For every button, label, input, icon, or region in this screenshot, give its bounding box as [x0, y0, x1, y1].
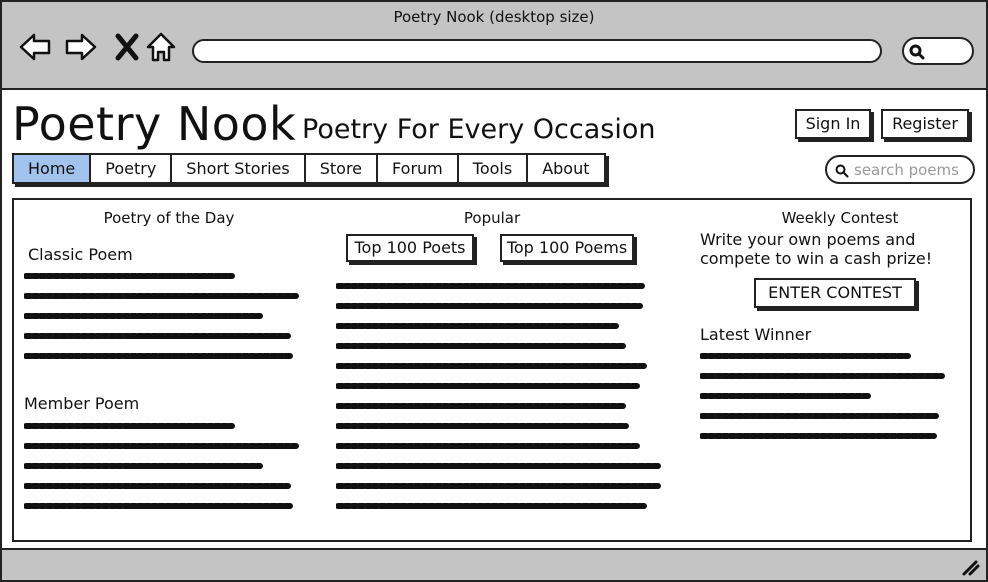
- tab-about[interactable]: About: [528, 155, 604, 182]
- main-content: Poetry of the Day Classic Poem Member Po…: [12, 198, 972, 542]
- site-title: Poetry Nook: [12, 97, 297, 151]
- url-bar[interactable]: [192, 39, 882, 63]
- close-icon[interactable]: [110, 30, 144, 64]
- main-nav: Home Poetry Short Stories Store Forum To…: [12, 153, 606, 184]
- sign-in-button[interactable]: Sign In: [795, 109, 871, 139]
- latest-winner-text: [700, 353, 945, 439]
- top-100-poets-button[interactable]: Top 100 Poets: [346, 234, 474, 262]
- member-poem-label[interactable]: Member Poem: [24, 394, 139, 413]
- member-poem-text: [24, 423, 299, 509]
- window-title: Poetry Nook (desktop size): [393, 8, 595, 26]
- tab-poetry[interactable]: Poetry: [91, 155, 173, 182]
- site-tagline: Poetry For Every Occasion: [302, 114, 656, 145]
- tab-home[interactable]: Home: [14, 155, 92, 182]
- classic-poem-label[interactable]: Classic Poem: [28, 245, 133, 264]
- weekly-contest-heading: Weekly Contest: [781, 209, 899, 227]
- resize-grip-icon[interactable]: [960, 558, 980, 576]
- status-bar: [2, 548, 986, 580]
- search-icon: [835, 164, 849, 178]
- browser-chrome: Poetry Nook (desktop size): [2, 2, 986, 90]
- tab-short-stories[interactable]: Short Stories: [172, 155, 306, 182]
- popular-heading: Popular: [463, 209, 521, 227]
- contest-description: Write your own poems and compete to win …: [700, 230, 933, 268]
- app-window: Poetry Nook (desktop size) Poetry Nook P…: [0, 0, 988, 582]
- register-button[interactable]: Register: [881, 109, 969, 139]
- search-icon: [909, 44, 925, 60]
- browser-search-field[interactable]: [902, 37, 974, 65]
- tab-tools[interactable]: Tools: [458, 155, 529, 182]
- search-placeholder: search poems: [854, 161, 959, 179]
- poem-search-input[interactable]: search poems: [825, 155, 975, 184]
- tab-store[interactable]: Store: [305, 155, 379, 182]
- popular-list-text: [336, 283, 663, 509]
- classic-poem-text: [24, 273, 299, 359]
- arrow-right-icon[interactable]: [64, 30, 98, 64]
- home-icon[interactable]: [144, 30, 178, 64]
- latest-winner-label: Latest Winner: [700, 325, 812, 344]
- arrow-left-icon[interactable]: [18, 30, 52, 64]
- top-100-poems-button[interactable]: Top 100 Poems: [500, 234, 634, 262]
- enter-contest-button[interactable]: ENTER CONTEST: [754, 278, 916, 308]
- tab-forum[interactable]: Forum: [378, 155, 459, 182]
- poetry-of-the-day-heading: Poetry of the Day: [103, 209, 235, 227]
